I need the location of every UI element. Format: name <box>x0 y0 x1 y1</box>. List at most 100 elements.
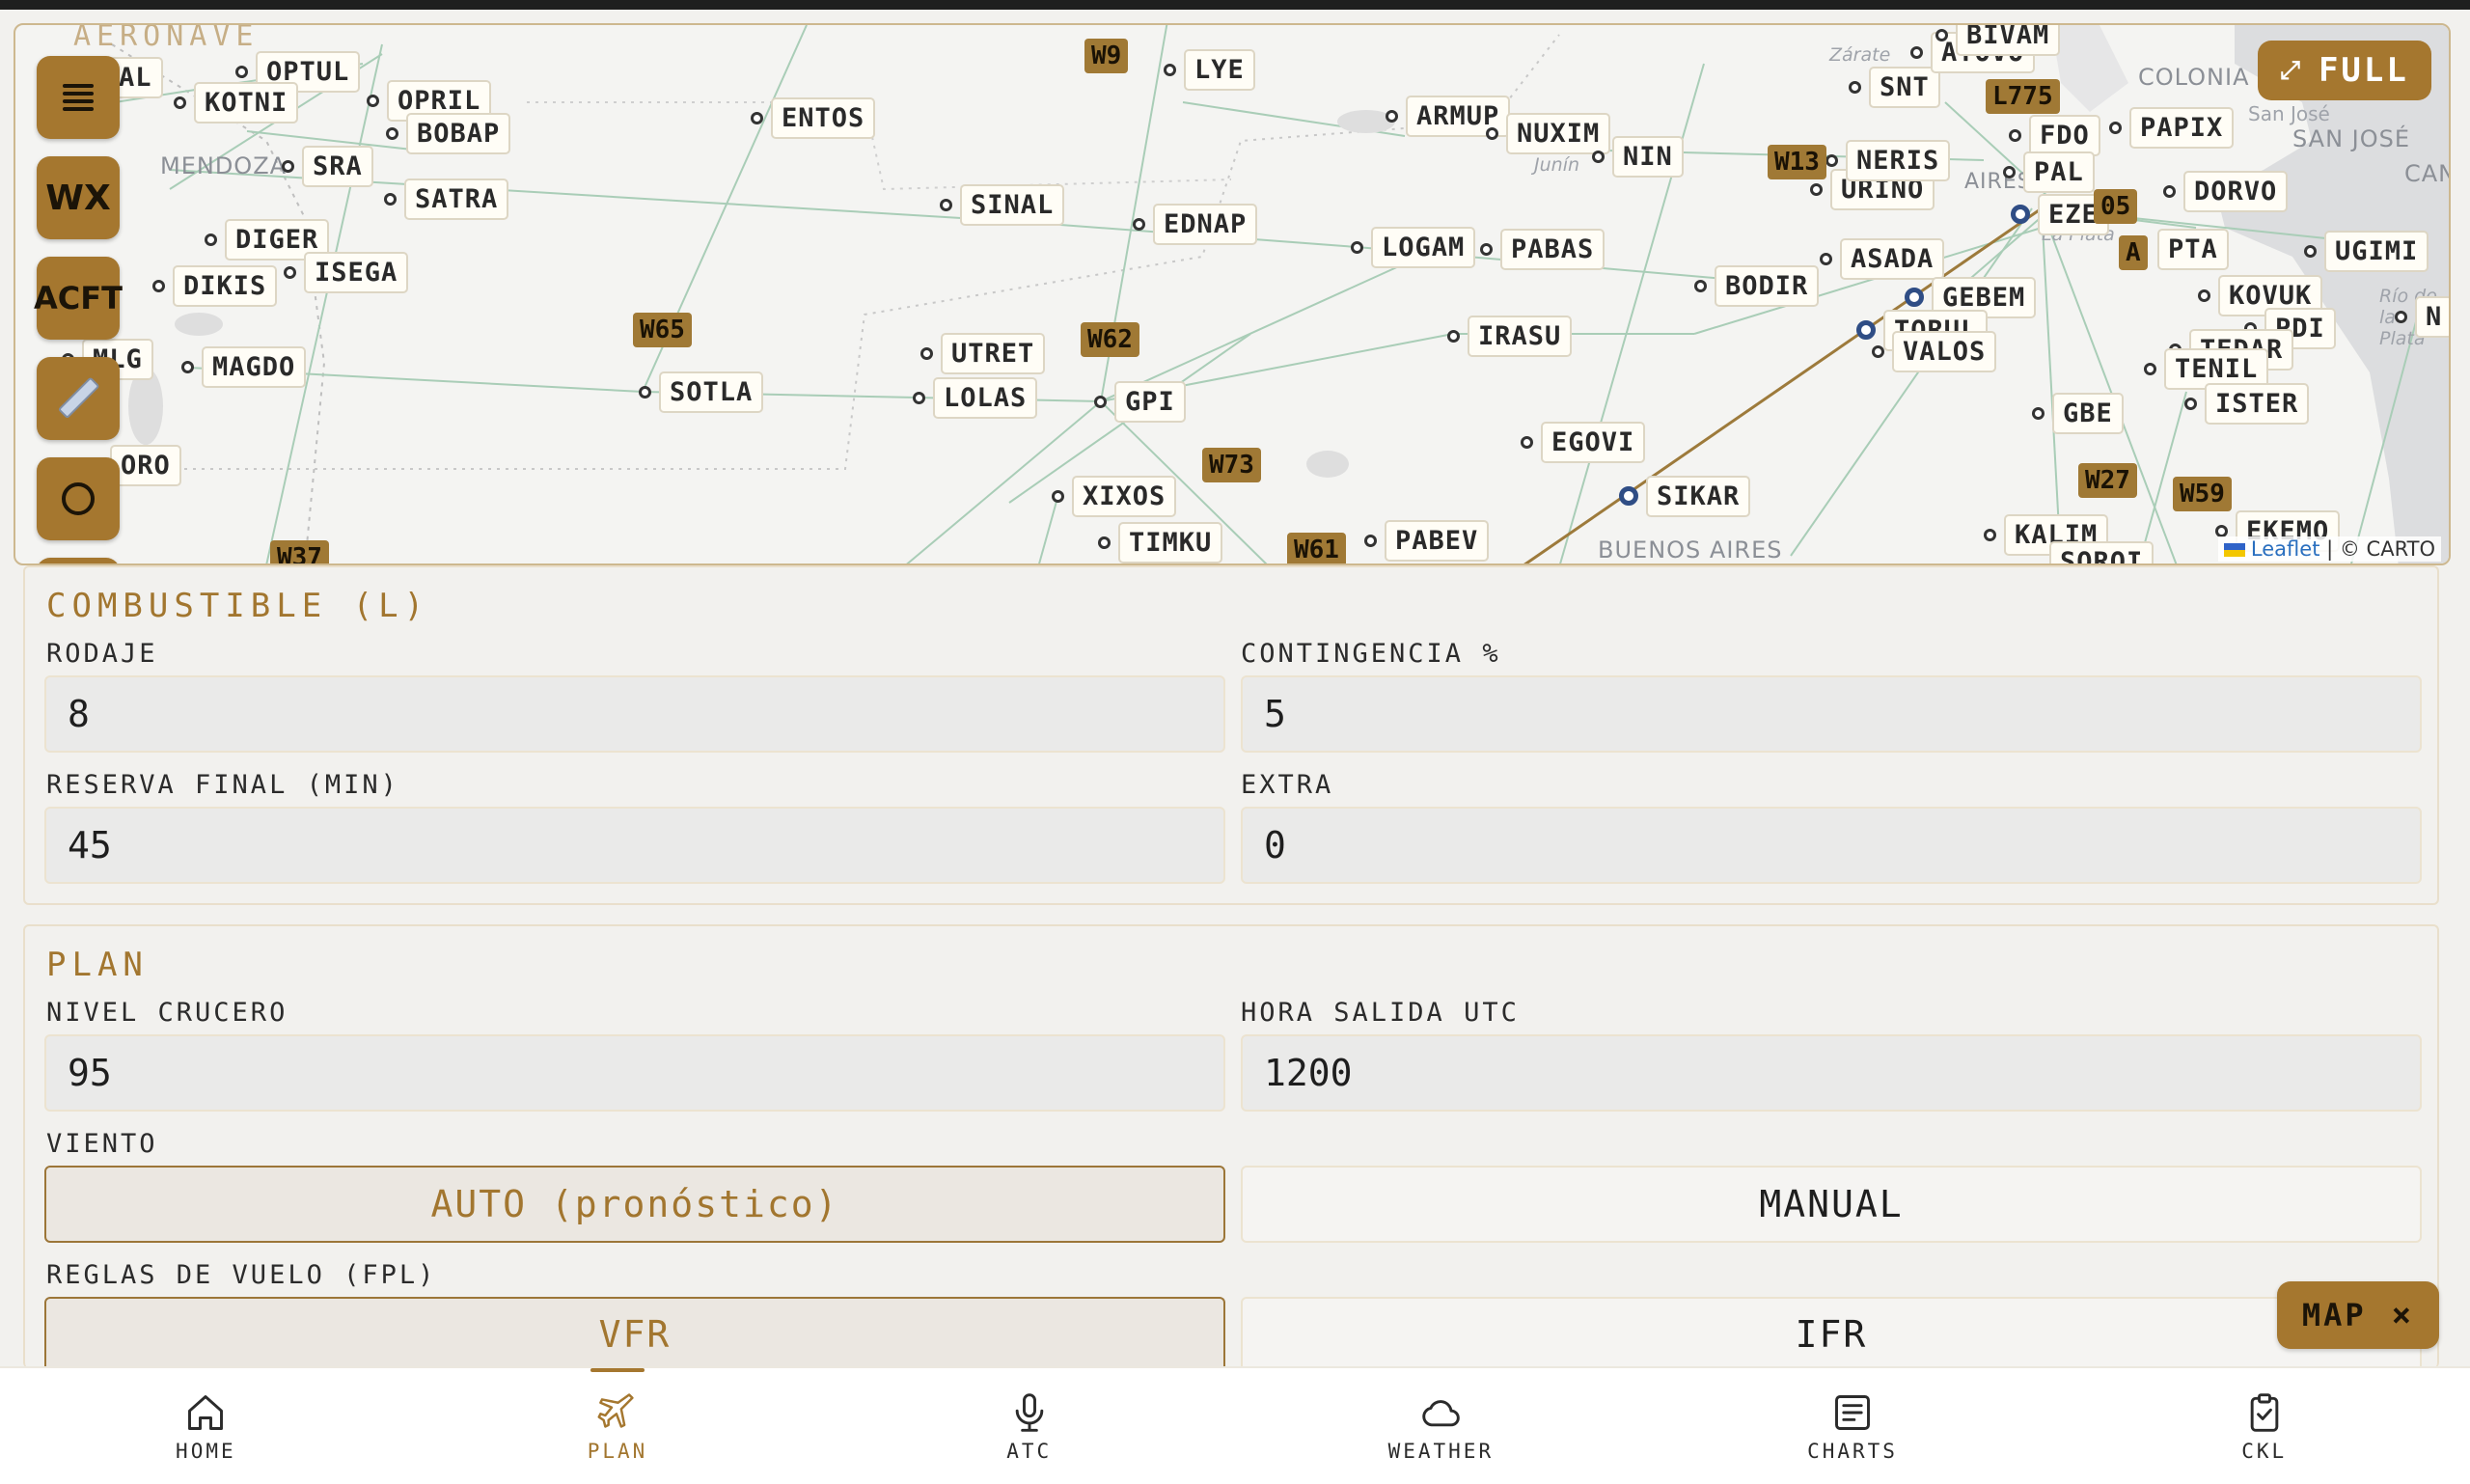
viento-label: VIENTO <box>46 1129 158 1159</box>
airway-label: A <box>2119 235 2148 270</box>
rodaje-input[interactable]: 8 <box>44 675 1225 753</box>
nav-plan[interactable]: PLAN <box>412 1368 824 1484</box>
viento-manual-button[interactable]: MANUAL <box>1241 1166 2422 1243</box>
waypoint-dot <box>1849 80 1861 94</box>
wx-layer-button[interactable]: WX <box>37 156 120 239</box>
contingencia-input[interactable]: 5 <box>1241 675 2422 753</box>
waypoint-dot <box>174 96 186 109</box>
hora-salida-input[interactable]: 1200 <box>1241 1034 2422 1112</box>
reserva-final-input[interactable]: 45 <box>44 807 1225 884</box>
map-toggle-button[interactable]: MAP × <box>2277 1281 2439 1349</box>
airway-label: W27 <box>2078 463 2137 498</box>
reglas-vuelo-label: REGLAS DE VUELO (FPL) <box>46 1260 437 1290</box>
airplane-icon <box>597 1393 634 1428</box>
waypoint-dot <box>1872 344 1884 358</box>
waypoint-dot <box>2215 524 2228 537</box>
waypoint-dot <box>2395 310 2407 323</box>
nivel-crucero-input[interactable]: 95 <box>44 1034 1225 1112</box>
layers-button[interactable] <box>37 56 120 139</box>
reserva-final-label: RESERVA FINAL (MIN) <box>46 770 399 800</box>
airway-label: L775 <box>1986 79 2060 114</box>
waypoint-dot <box>2109 121 2122 134</box>
home-icon <box>188 1395 224 1430</box>
place-label: MENDOZA <box>160 152 288 179</box>
nav-atc[interactable]: ATC <box>823 1368 1235 1484</box>
leaflet-link[interactable]: Leaflet <box>2251 537 2320 561</box>
chart-document-icon <box>1835 1395 1870 1430</box>
waypoint-dot <box>639 385 651 398</box>
microphone-icon <box>1015 1393 1043 1432</box>
waypoint-dot <box>152 279 165 292</box>
waypoint-dot <box>386 126 398 140</box>
waypoint-dot <box>2144 362 2156 375</box>
more-tools-button[interactable] <box>37 558 120 563</box>
waypoint-dot <box>913 391 925 404</box>
waypoint-dot <box>2163 184 2176 198</box>
contingencia-label: CONTINGENCIA % <box>1241 639 1501 669</box>
waypoint-dot <box>1480 242 1493 256</box>
map-attribution: Leaflet | © CARTO <box>2217 536 2441 562</box>
waypoint-dot <box>1910 45 1923 59</box>
clipboard-check-icon <box>2250 1393 2278 1432</box>
waypoint-dot <box>2003 165 2016 179</box>
vor-dot <box>2011 205 2030 224</box>
waypoint-dot <box>1386 109 1398 123</box>
ifr-button[interactable]: IFR <box>1241 1297 2422 1370</box>
airway-label: W9 <box>1084 39 1129 73</box>
layers-icon <box>63 84 94 111</box>
nav-charts[interactable]: CHARTS <box>1647 1368 2059 1484</box>
place-label: San José <box>2248 102 2330 125</box>
viento-auto-button[interactable]: AUTO (pronóstico) <box>44 1166 1225 1243</box>
waypoint-dot <box>1098 536 1111 549</box>
waypoint-dot <box>920 346 933 360</box>
vor-dot <box>1619 486 1638 506</box>
waypoint-dot <box>367 94 379 107</box>
place-label: BUENOS AIRES <box>1598 536 1783 563</box>
hora-salida-label: HORA SALIDA UTC <box>1241 998 1520 1028</box>
extra-label: EXTRA <box>1241 770 1334 800</box>
waypoint-dot <box>1521 435 1533 449</box>
waypoint-dot <box>2304 244 2317 258</box>
map-fullscreen-button[interactable]: ⤢ FULL <box>2258 41 2431 100</box>
route-map[interactable]: AERONAVE MENDOZA COLONIA San José SAN JO… <box>14 23 2451 565</box>
ukraine-flag-icon <box>2223 543 2245 557</box>
aeronave-section-peek: AERONAVE <box>73 23 260 53</box>
airway-label: W61 <box>1287 533 1346 563</box>
waypoint-dot <box>1133 217 1145 231</box>
extra-input[interactable]: 0 <box>1241 807 2422 884</box>
waypoint-dot <box>751 111 763 124</box>
waypoint-dot <box>284 265 296 279</box>
vor-dot <box>1905 288 1924 307</box>
place-label: Zárate <box>1829 44 1891 66</box>
waypoint-dot <box>940 198 952 211</box>
place-label: COLONIA <box>2138 64 2250 91</box>
circle-icon <box>62 482 95 515</box>
combustible-title: COMBUSTIBLE (L) <box>46 587 430 625</box>
cloud-icon <box>1422 1400 1461 1427</box>
airway-label: W59 <box>2173 477 2232 511</box>
airway-label: W73 <box>1202 448 1261 482</box>
close-icon: × <box>2391 1296 2415 1334</box>
bottom-nav: HOME PLAN ATC WEATHER CHARTS CKL <box>0 1366 2470 1484</box>
aircraft-layer-button[interactable]: ACFT <box>34 257 123 340</box>
plan-title: PLAN <box>46 946 149 984</box>
waypoint-dot <box>1810 182 1823 196</box>
nav-ckl[interactable]: CKL <box>2058 1368 2470 1484</box>
rodaje-label: RODAJE <box>46 639 158 669</box>
waypoint-dot <box>384 192 397 206</box>
ruler-button[interactable] <box>37 357 120 440</box>
waypoint-dot <box>1935 28 1948 41</box>
waypoint-dot <box>1825 153 1838 167</box>
vfr-button[interactable]: VFR <box>44 1297 1225 1370</box>
place-label: Junín <box>1534 154 1580 176</box>
nivel-crucero-label: NIVEL CRUCERO <box>46 998 288 1028</box>
circle-tool-button[interactable] <box>37 457 120 540</box>
waypoint-dot <box>1094 395 1107 408</box>
nav-weather[interactable]: WEATHER <box>1235 1368 1647 1484</box>
plan-card: PLAN NIVEL CRUCERO 95 HORA SALIDA UTC 12… <box>23 924 2439 1370</box>
airway-label: W62 <box>1081 322 1139 357</box>
top-status-strip <box>0 0 2470 10</box>
waypoint-dot <box>1351 240 1363 254</box>
waypoint-dot <box>1052 489 1064 503</box>
nav-home[interactable]: HOME <box>0 1368 412 1484</box>
